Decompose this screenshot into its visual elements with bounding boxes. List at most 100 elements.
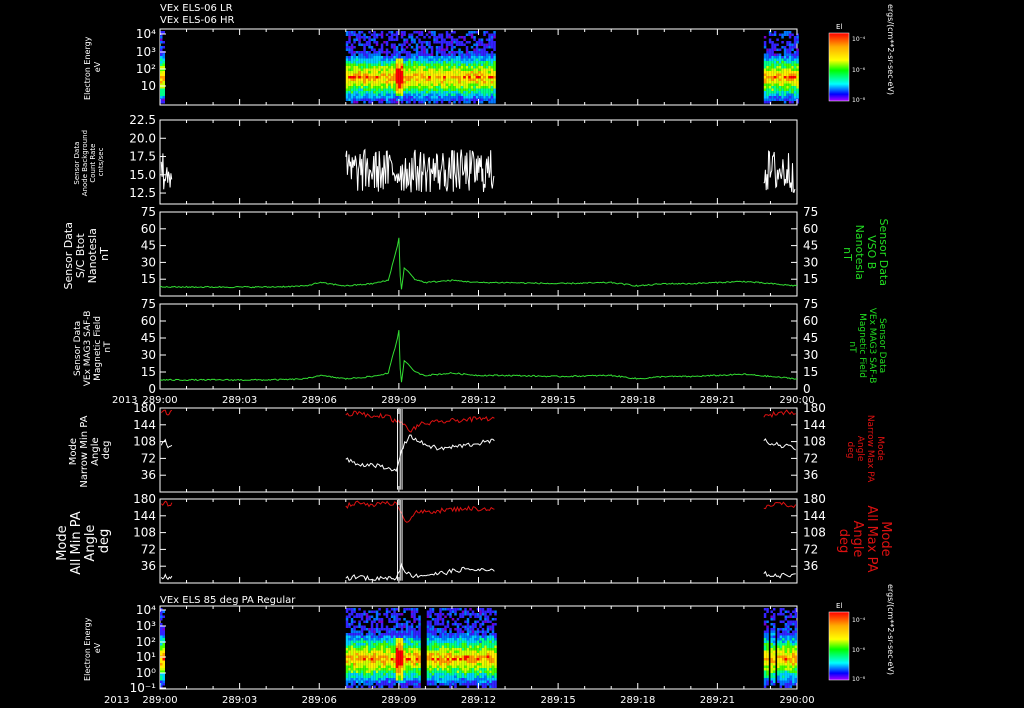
spectrogram-pixel [430,81,434,84]
spectrogram-pixel [789,663,793,666]
spectrogram-pixel [469,633,472,636]
spectrogram-pixel [763,633,767,636]
spectrogram-pixel [426,678,430,681]
spectrogram-pixel [776,76,779,79]
spectrogram-pixel [440,63,444,66]
spectrogram-pixel [348,98,351,101]
spectrogram-pixel [788,76,792,79]
spectrogram-pixel [794,633,798,636]
spectrogram-pixel [400,36,404,39]
spectrogram-pixel [423,58,426,61]
time-tick-label: 289:15 [541,695,576,706]
spectrogram-pixel [768,68,772,71]
spectrogram-pixel [787,625,790,628]
spectrogram-pixel [451,610,455,613]
spectrogram-pixel [375,643,379,646]
spectrogram-pixel [410,81,414,84]
spectrogram-pixel [423,46,426,49]
spectrogram-pixel [486,638,490,641]
spectrogram-pixel [418,618,421,621]
spectrogram-pixel [380,68,384,71]
spectrogram-pixel [348,645,351,648]
spectrogram-pixel [766,610,769,613]
spectrogram-pixel [348,660,351,663]
spectrogram-pixel [792,645,795,648]
spectrogram-pixel [395,618,399,621]
spectrogram-pixel [490,36,494,39]
spectrogram-pixel [385,91,389,94]
spectrogram-pixel [768,66,772,69]
spectrogram-pixel [460,81,464,84]
spectrogram-pixel [770,668,773,671]
spectrogram-pixel [451,683,455,686]
spectrogram-pixel [490,71,494,74]
spectrogram-pixel [483,88,486,91]
spectrogram-pixel [388,675,391,678]
spectrogram-pixel [443,88,446,91]
spectrogram-pixel [408,53,411,56]
spectrogram-pixel [796,48,799,51]
spectrogram-pixel [451,675,455,678]
spectrogram-pixel [485,88,489,91]
spectrogram-pixel [358,635,361,638]
spectrogram-pixel [464,628,467,631]
spectrogram-pixel [385,81,389,84]
spectrogram-pixel [400,76,404,79]
spectrogram-pixel [766,648,769,651]
spectrogram-pixel [480,41,484,44]
spectrogram-pixel [420,53,424,56]
spectrogram-pixel [385,683,389,686]
spectrogram-pixel [378,71,381,74]
spectrogram-pixel [471,668,475,671]
spectrogram-pixel [470,86,474,89]
spectrogram-pixel [469,658,472,661]
spectrogram-pixel [373,31,376,34]
spectrogram-pixel [360,61,364,64]
spectrogram-pixel [355,663,359,666]
spectrogram-pixel [388,58,391,61]
spectrogram-pixel [434,640,437,643]
spectrogram-pixel [418,670,421,673]
spectrogram-pixel [368,36,371,39]
spectrogram-pixel [368,41,371,44]
spectrogram-pixel [418,660,421,663]
spectrogram-pixel [473,58,476,61]
spectrogram-pixel [415,648,419,651]
spectrogram-pixel [418,680,421,683]
spectrogram-pixel [368,81,371,84]
spectrogram-pixel [486,620,490,623]
spectrogram-pixel [786,41,789,44]
spectrogram-pixel [450,66,454,69]
spectrogram-pixel [794,655,798,658]
spectrogram-pixel [446,665,450,668]
spectrogram-pixel [433,38,436,41]
spectrogram-pixel [380,93,384,96]
spectrogram-pixel [445,71,449,74]
spectrogram-pixel [763,76,767,79]
spectrogram-pixel [410,33,414,36]
spectrogram-pixel [380,36,384,39]
spectrogram-pixel [383,673,386,676]
spectrogram-pixel [466,673,470,676]
spectrogram-pixel [368,630,371,633]
spectrogram-pixel [393,86,396,89]
spectrogram-pixel [430,58,434,61]
spectrogram-pixel [355,650,359,653]
spectrogram-pixel [485,76,489,79]
y-tick-label-right: 15 [803,272,818,286]
spectrogram-pixel [433,71,436,74]
spectrogram-pixel [464,675,467,678]
spectrogram-pixel [418,655,421,658]
spectrogram-pixel [773,71,777,74]
spectrogram-pixel [792,648,795,651]
spectrogram-pixel [413,648,416,651]
spectrogram-pixel [773,73,777,76]
spectrogram-pixel [378,48,381,51]
spectrogram-pixel [480,81,484,84]
y-tick-label: 20.0 [129,131,156,145]
spectrogram-pixel [445,73,449,76]
spectrogram-pixel [405,635,409,638]
spectrogram-pixel [488,58,491,61]
spectrogram-pixel [778,93,782,96]
spectrogram-pixel [448,96,451,99]
